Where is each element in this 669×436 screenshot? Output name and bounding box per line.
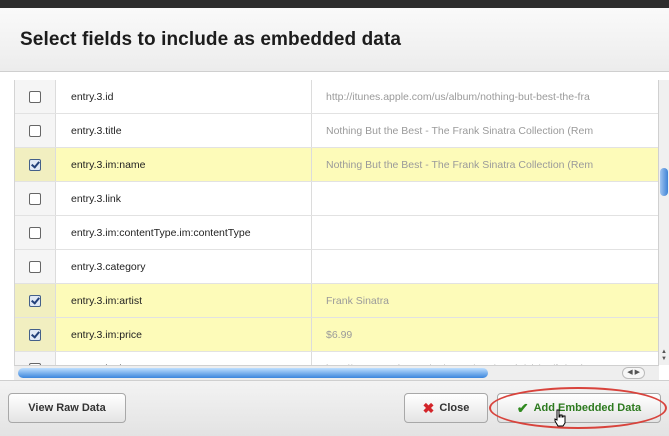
row-checkbox-cell (15, 318, 56, 351)
field-value-cell: Frank Sinatra (326, 294, 390, 307)
row-checkbox[interactable] (29, 328, 41, 341)
dialog-title: Select fields to include as embedded dat… (20, 28, 402, 50)
close-icon: ✖ (422, 400, 435, 416)
field-value-cell: http://itunes.apple.com/us/album/nothing… (326, 90, 590, 103)
close-label: Close (439, 402, 470, 414)
close-button[interactable]: ✖ Close (404, 393, 488, 423)
vertical-scroll-arrows[interactable]: ▲ ▼ (659, 349, 669, 363)
highlight-annotation-ring (489, 387, 667, 429)
row-checkbox[interactable] (29, 294, 41, 307)
row-checkbox-cell (15, 216, 56, 249)
view-raw-data-label: View Raw Data (28, 402, 106, 414)
vertical-scrollbar[interactable]: ▲ ▼ (658, 80, 669, 365)
hand-cursor-icon (554, 409, 566, 427)
row-checkbox[interactable] (29, 158, 41, 171)
row-checkbox[interactable] (29, 124, 41, 137)
field-name-cell: entry.3.id (56, 80, 312, 113)
field-value-cell: $6.99 (326, 328, 353, 341)
table-row[interactable]: entry.3.title Nothing But the Best - The … (15, 114, 660, 148)
field-value-cell (312, 250, 660, 283)
row-checkbox-cell (15, 148, 56, 181)
embedded-data-dialog: Select fields to include as embedded dat… (0, 0, 669, 436)
field-value-cell (312, 216, 660, 249)
table-row[interactable]: entry.3.im:artist Frank Sinatra (15, 284, 660, 318)
row-checkbox[interactable] (29, 226, 41, 239)
dialog-footer: View Raw Data ✖ Close ✔ Add Embedded Dat… (0, 380, 669, 436)
field-name-cell: entry.3.im:name (56, 148, 312, 181)
table-row[interactable]: entry.3.category (15, 250, 660, 284)
view-raw-data-button[interactable]: View Raw Data (8, 393, 126, 423)
field-name-cell: entry.3.im:image.0 (56, 352, 312, 365)
vertical-scroll-thumb[interactable] (660, 168, 668, 196)
field-name-cell: entry.3.category (56, 250, 312, 283)
field-name-cell: entry.3.title (56, 114, 312, 147)
table-row[interactable]: entry.3.id http://itunes.apple.com/us/alb… (15, 80, 660, 114)
row-checkbox[interactable] (29, 90, 41, 103)
field-name-cell: entry.3.link (56, 182, 312, 215)
field-value-cell: http://a3.mzstatic.com/us/r1000/050/Musi… (312, 352, 660, 366)
field-value-cell: Nothing But the Best - The Frank Sinatra… (326, 124, 594, 137)
table-row[interactable]: entry.3.link (15, 182, 660, 216)
table-row[interactable]: entry.3.im:name Nothing But the Best - Th… (15, 148, 660, 182)
field-name-cell: entry.3.im:artist (56, 284, 312, 317)
field-value-cell: Nothing But the Best - The Frank Sinatra… (326, 158, 594, 171)
row-checkbox-cell (15, 182, 56, 215)
row-checkbox-cell (15, 250, 56, 283)
fields-table: entry.3.id http://itunes.apple.com/us/alb… (14, 80, 660, 365)
horizontal-scroll-arrows[interactable]: ◀ ▶ (622, 367, 645, 379)
horizontal-scrollbar[interactable]: ◀ ▶ (14, 365, 659, 380)
row-checkbox-cell (15, 284, 56, 317)
row-checkbox-cell (15, 80, 56, 113)
row-checkbox-cell (15, 352, 56, 365)
row-checkbox[interactable] (29, 260, 41, 273)
dialog-header: Select fields to include as embedded dat… (0, 8, 669, 72)
row-checkbox[interactable] (29, 192, 41, 205)
field-name-cell: entry.3.im:price (56, 318, 312, 351)
horizontal-scroll-thumb[interactable] (18, 368, 488, 378)
table-row[interactable]: entry.3.im:price $6.99 (15, 318, 660, 352)
row-checkbox-cell (15, 114, 56, 147)
table-row[interactable]: entry.3.im:image.0http://a3.mzstatic.com… (15, 352, 660, 365)
field-value-cell (312, 182, 660, 215)
field-name-cell: entry.3.im:contentType.im:contentType (56, 216, 312, 249)
table-row[interactable]: entry.3.im:contentType.im:contentType (15, 216, 660, 250)
